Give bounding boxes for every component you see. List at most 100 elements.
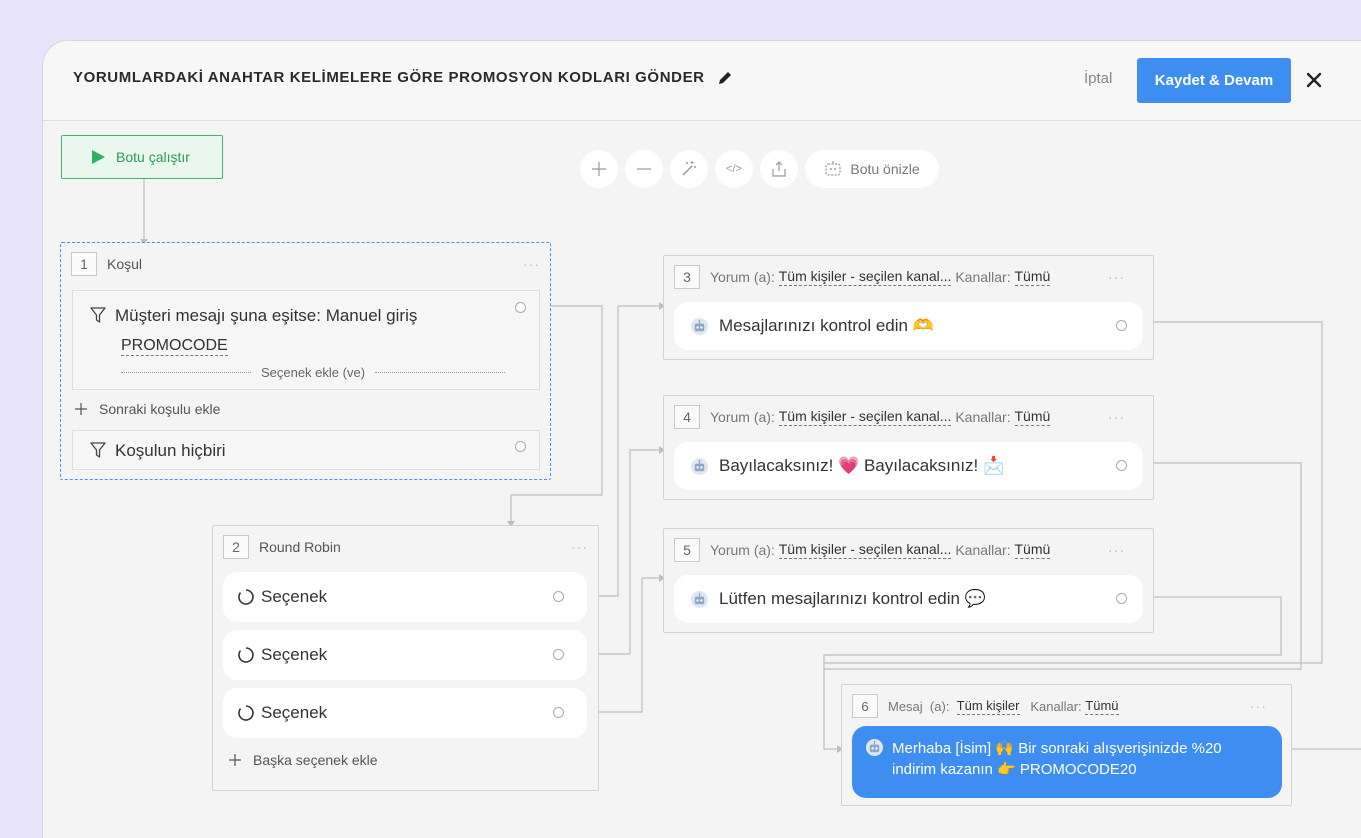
- block-type: Yorum: [710, 542, 750, 558]
- block-type: Mesaj: [888, 698, 923, 714]
- comment-message[interactable]: Mesajlarınızı kontrol edin 🫶: [674, 302, 1143, 350]
- audience-selector[interactable]: Tüm kişiler - seçilen kanal...: [778, 408, 952, 426]
- option-output-port[interactable]: [553, 649, 564, 660]
- channels-selector[interactable]: Tümü: [1014, 408, 1051, 426]
- bot-editor-window: YORUMLARDAKİ ANAHTAR KELİMELERE GÖRE PRO…: [42, 40, 1361, 838]
- flow-canvas: Botu çalıştır </> Botu önizle 1 Koşul ··…: [43, 41, 1361, 838]
- more-options-icon[interactable]: ···: [1108, 542, 1125, 558]
- bot-preview-icon: [825, 161, 841, 176]
- filter-icon: [90, 307, 106, 323]
- channels-selector[interactable]: Tümü: [1014, 268, 1051, 286]
- else-condition-text: Koşulun hiçbiri: [89, 436, 226, 465]
- block-type: Koşul: [107, 256, 143, 272]
- more-options-icon[interactable]: ···: [1108, 409, 1125, 425]
- add-and-option[interactable]: Seçenek ekle (ve): [121, 364, 505, 380]
- condition-output-port[interactable]: [515, 302, 526, 313]
- message-output-port[interactable]: [1116, 460, 1127, 471]
- bot-avatar-icon: [690, 590, 709, 608]
- run-bot-label: Botu çalıştır: [116, 149, 190, 165]
- round-robin-option[interactable]: Seçenek: [223, 688, 587, 738]
- plus-icon: [75, 403, 87, 415]
- canvas-toolbar: </> Botu önizle: [580, 150, 939, 188]
- more-options-icon[interactable]: ···: [571, 539, 588, 555]
- block-type: Yorum: [710, 409, 750, 425]
- block-number: 5: [674, 538, 700, 562]
- comment-block-header: 5 Yorum (a): Tüm kişiler - seçilen kanal…: [674, 538, 1143, 562]
- block-number: 1: [71, 252, 97, 276]
- comment-text: Lütfen mesajlarınızı kontrol edin 💬: [719, 589, 986, 608]
- comment-text: Mesajlarınızı kontrol edin 🫶: [719, 316, 934, 335]
- comment-block-header: 4 Yorum (a): Tüm kişiler - seçilen kanal…: [674, 405, 1143, 429]
- else-output-port[interactable]: [515, 441, 526, 452]
- share-icon: [772, 161, 786, 177]
- message-block[interactable]: 6 Mesaj (a): Tüm kişiler Kanallar: Tümü …: [841, 684, 1292, 806]
- recipient-prefix: (a):: [753, 542, 775, 558]
- channels-label: Kanallar:: [955, 269, 1011, 285]
- channels-selector[interactable]: Tümü: [1014, 541, 1051, 559]
- message-block-header: 6 Mesaj (a): Tüm kişiler Kanallar: Tümü …: [852, 694, 1281, 718]
- message-bubble[interactable]: Merhaba [İsim] 🙌 Bir sonraki alışverişin…: [852, 726, 1282, 798]
- more-options-icon[interactable]: ···: [523, 256, 540, 272]
- comment-block[interactable]: 5 Yorum (a): Tüm kişiler - seçilen kanal…: [663, 528, 1154, 633]
- channels-label: Kanallar:: [955, 542, 1011, 558]
- message-output-port[interactable]: [1116, 593, 1127, 604]
- option-output-port[interactable]: [553, 591, 564, 602]
- comment-block[interactable]: 3 Yorum (a): Tüm kişiler - seçilen kanal…: [663, 255, 1154, 360]
- channels-selector[interactable]: Tümü: [1085, 698, 1119, 715]
- auto-arrange-button[interactable]: [670, 150, 708, 188]
- plus-icon: [592, 162, 606, 176]
- condition-card[interactable]: Müşteri mesajı şuna eşitse: Manuel giriş…: [72, 290, 540, 390]
- more-options-icon[interactable]: ···: [1250, 698, 1267, 714]
- channels-label: Kanallar:: [955, 409, 1011, 425]
- more-options-icon[interactable]: ···: [1108, 269, 1125, 285]
- share-button[interactable]: [760, 150, 798, 188]
- block-number: 2: [223, 535, 249, 559]
- audience-selector[interactable]: Tüm kişiler: [956, 698, 1020, 715]
- minus-icon: [637, 168, 651, 170]
- preview-bot-label: Botu önizle: [850, 161, 920, 177]
- else-condition-label: Koşulun hiçbiri: [115, 441, 226, 460]
- comment-message[interactable]: Lütfen mesajlarınızı kontrol edin 💬: [674, 575, 1143, 623]
- message-output-port[interactable]: [1116, 320, 1127, 331]
- magic-wand-icon: [682, 161, 696, 176]
- option-label: Seçenek: [261, 645, 328, 664]
- run-bot-button[interactable]: Botu çalıştır: [61, 135, 223, 179]
- round-robin-block[interactable]: 2 Round Robin ··· Seçenek Seçenek Seçene…: [212, 525, 599, 791]
- spinner-icon: [238, 589, 254, 605]
- code-icon: </>: [726, 163, 742, 175]
- plus-icon: [229, 754, 241, 766]
- block-type: Yorum: [710, 269, 750, 285]
- condition-block[interactable]: 1 Koşul ··· Müşteri mesajı şuna eşitse: …: [60, 242, 551, 480]
- play-icon: [92, 150, 105, 164]
- round-robin-option[interactable]: Seçenek: [223, 572, 587, 622]
- comment-text: Bayılacaksınız! 💗 Bayılacaksınız! 📩: [719, 456, 1005, 475]
- block-number: 4: [674, 405, 700, 429]
- condition-block-header: 1 Koşul ···: [71, 252, 540, 276]
- zoom-in-button[interactable]: [580, 150, 618, 188]
- bot-avatar-icon: [865, 738, 884, 757]
- option-output-port[interactable]: [553, 707, 564, 718]
- zoom-out-button[interactable]: [625, 150, 663, 188]
- audience-selector[interactable]: Tüm kişiler - seçilen kanal...: [778, 268, 952, 286]
- bot-avatar-icon: [690, 457, 709, 475]
- else-condition-card[interactable]: Koşulun hiçbiri: [72, 430, 540, 470]
- recipient-prefix: (a):: [929, 698, 950, 714]
- add-and-option-label: Seçenek ekle (ve): [260, 364, 366, 380]
- comment-block-header: 3 Yorum (a): Tüm kişiler - seçilen kanal…: [674, 265, 1143, 289]
- round-robin-option[interactable]: Seçenek: [223, 630, 587, 680]
- preview-bot-button[interactable]: Botu önizle: [805, 150, 939, 188]
- block-number: 3: [674, 265, 700, 289]
- audience-selector[interactable]: Tüm kişiler - seçilen kanal...: [778, 541, 952, 559]
- add-another-option-label: Başka seçenek ekle: [253, 752, 378, 768]
- add-next-condition-button[interactable]: Sonraki koşulu ekle: [75, 401, 220, 417]
- filter-icon: [90, 442, 106, 458]
- condition-value[interactable]: PROMOCODE: [121, 337, 228, 356]
- spinner-icon: [238, 647, 254, 663]
- recipient-prefix: (a):: [753, 269, 775, 285]
- add-another-option-button[interactable]: Başka seçenek ekle: [229, 752, 378, 768]
- comment-message[interactable]: Bayılacaksınız! 💗 Bayılacaksınız! 📩: [674, 442, 1143, 490]
- comment-block[interactable]: 4 Yorum (a): Tüm kişiler - seçilen kanal…: [663, 395, 1154, 500]
- recipient-prefix: (a):: [753, 409, 775, 425]
- code-button[interactable]: </>: [715, 150, 753, 188]
- block-type: Round Robin: [259, 539, 341, 555]
